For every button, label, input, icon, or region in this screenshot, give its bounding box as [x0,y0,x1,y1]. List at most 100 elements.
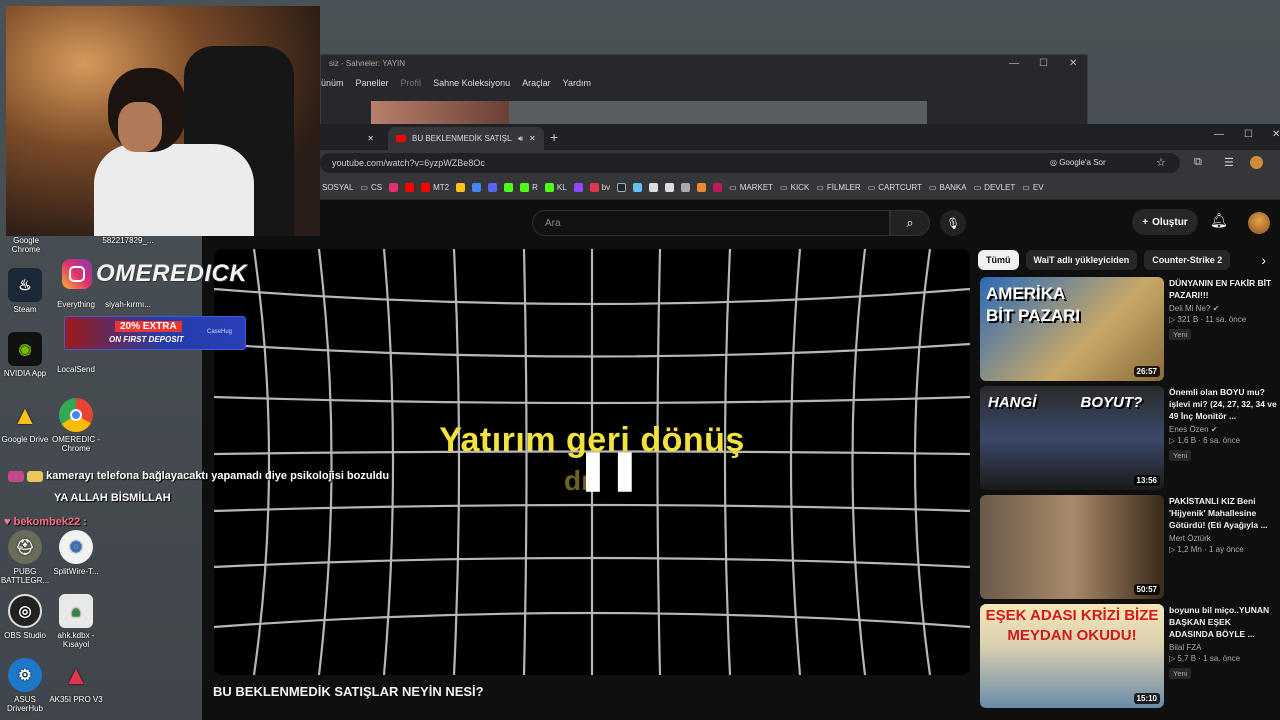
video-thumbnail[interactable]: HANGİ BOYUT? 13:56 [980,386,1164,490]
new-tab-icon[interactable]: + [550,129,558,145]
bookmark-docs[interactable] [472,183,482,192]
search-input[interactable]: Ara [532,210,890,236]
desktop-icon-chrome[interactable]: Google Chrome [0,236,54,254]
video-thumbnail[interactable]: AMERİKA BİT PAZARI 26:57 [980,277,1164,381]
bookmark-folder[interactable]: ▭ CS [360,183,382,192]
recommendation-title[interactable]: Önemli olan BOYU mu? işlevi mi? (24, 27,… [1169,386,1277,422]
bookmark-star-icon[interactable]: ☆ [1156,156,1166,169]
desktop-icon-asus[interactable]: ⚙ ASUS DriverHub [0,658,53,713]
bookmark-misc[interactable] [697,183,707,192]
bookmark-misc[interactable] [713,183,723,192]
speaker-icon[interactable]: 🔊︎ [518,134,523,144]
bookmark-instagram[interactable] [389,183,399,192]
tab-close-icon[interactable]: ✕ [367,134,374,143]
close-icon[interactable]: ✕ [1069,58,1077,69]
bookmark-mt2[interactable]: MT2 [421,183,449,192]
chrome-icon [59,398,93,432]
obs-menu-tools[interactable]: Araçlar [522,78,551,88]
bookmark-steam[interactable] [617,183,627,192]
avatar[interactable] [1248,212,1270,234]
bookmark-kick-folder[interactable]: ▭ KICK [780,183,809,192]
maximize-icon[interactable]: ☐ [1244,129,1253,140]
obs-menu-profile[interactable]: Profil [401,78,422,88]
bookmark-kick[interactable] [504,183,514,192]
ask-google-button[interactable]: ◎ Google'a Sor [1050,158,1106,167]
desktop-icon-google-drive[interactable]: ▲ Google Drive [0,398,53,445]
bookmark-youtube[interactable] [405,183,415,192]
video-duration: 26:57 [1133,366,1160,377]
bookmark-drive[interactable] [456,183,466,192]
chip-all[interactable]: Tümü [978,250,1019,270]
chip-cs2[interactable]: Counter-Strike 2 [1144,250,1231,270]
video-thumbnail[interactable]: 50:57 [980,495,1164,599]
recommendation-item[interactable]: AMERİKA BİT PAZARI 26:57 DÜNYANIN EN FAK… [980,277,1280,381]
url-field[interactable]: youtube.com/watch?v=6yzpWZBe8Oc ◎ Google… [320,153,1180,173]
desktop-icon-splitwire[interactable]: ⚙ SplitWire-T... [48,530,104,576]
tab-youtube[interactable]: BU BEKLENMEDİK SATIŞLAR 🔊︎ ✕ [388,127,544,150]
desktop-icon-file[interactable]: 582217829_... [100,236,156,245]
video-thumbnail[interactable]: EŞEK ADASI KRİZİ BİZE MEYDAN OKUDU! 15:1… [980,604,1164,708]
bookmark-folder[interactable]: SOSYAL [322,183,353,192]
bookmark-steam-2[interactable] [633,183,643,192]
bookmark-twitch[interactable] [573,183,583,192]
recommendation-title[interactable]: DÜNYANIN EN FAKİR BİT PAZARI!!! [1169,277,1277,301]
obs-menu-help[interactable]: Yardım [563,78,591,88]
pause-icon[interactable]: ❚❚ [577,447,641,492]
bookmark-bv[interactable]: bv [589,183,610,192]
bookmark-devlet[interactable]: ▭ DEVLET [974,183,1016,192]
recommendation-title[interactable]: boyunu bil miço..YUNAN BAŞKAN EŞEK ADASI… [1169,604,1277,640]
youtube-favicon-icon [396,135,406,142]
bookmark-kl[interactable]: KL [544,183,567,192]
notifications-icon[interactable]: 🔔︎ [1210,212,1228,229]
bookmark-banka[interactable]: ▭ BANKA [929,183,967,192]
desktop-icon-pubg[interactable]: ⛑ PUBG BATTLEGR... [0,530,53,585]
bookmark-cartcurt[interactable]: ▭ CARTCURT [868,183,922,192]
bookmark-misc[interactable] [665,183,675,192]
bookmark-misc[interactable] [681,183,691,192]
tab-close-icon[interactable]: ✕ [529,134,536,143]
channel-name[interactable]: Deli Mi Ne? ✔︎ [1169,304,1277,313]
desktop-icon-localsend[interactable]: LocalSend [48,365,104,374]
desktop-icon-ak[interactable]: ▲ AK35I PRO V3 [48,658,104,705]
maximize-icon[interactable]: ☐ [1039,58,1048,69]
desktop-icon-chrome-profile[interactable]: OMEREDIC - Chrome [48,398,104,453]
bookmark-misc[interactable] [649,183,659,192]
voice-search-button[interactable]: 🎙︎ [940,210,966,236]
search-button[interactable]: ⌕ [890,210,930,236]
channel-name[interactable]: Mert Öztürk [1169,534,1277,543]
bookmark-r[interactable]: R [520,183,538,192]
bookmark-ev[interactable]: ▭ EV [1022,183,1043,192]
recommendation-title[interactable]: PAKİSTANLI KIZ Beni 'Hijyenik' Mahallesi… [1169,495,1277,531]
channel-name[interactable]: Bilal FZA [1169,643,1277,652]
desktop-icon-steam[interactable]: ♨ Steam [0,268,53,314]
minimize-icon[interactable]: — [1214,129,1224,140]
bookmark-m[interactable] [488,183,498,192]
recommendation-item[interactable]: EŞEK ADASI KRİZİ BİZE MEYDAN OKUDU! 15:1… [980,604,1280,708]
channel-name[interactable]: Enes Özen ✔︎ [1169,425,1277,434]
recommendation-item[interactable]: 50:57 PAKİSTANLI KIZ Beni 'Hijyenik' Mah… [980,495,1280,599]
create-button[interactable]: + Oluştur [1132,209,1198,235]
recommendation-item[interactable]: HANGİ BOYUT? 13:56 Önemli olan BOYU mu? … [980,386,1280,490]
minimize-icon[interactable]: — [1009,58,1019,69]
folder-icon: ▭ [360,183,368,192]
bookmark-market[interactable]: ▭ MARKET [729,183,773,192]
video-duration: 15:10 [1133,693,1160,704]
media-icon[interactable]: ☰ [1224,156,1234,169]
profile-avatar[interactable] [1250,156,1263,169]
desktop-icon-keepass[interactable]: 🔒︎ ahk.kdbx - Kısayol [48,594,104,649]
bookmark-filmler[interactable]: ▭ FİLMLER [816,183,860,192]
desktop-icon-file-2[interactable]: siyah-kırmı... [100,300,156,309]
close-icon[interactable]: ✕ [1272,129,1280,140]
chevron-right-icon[interactable]: › [1261,252,1266,268]
desktop-icon-obs[interactable]: ◎ OBS Studio [0,594,53,640]
kick-icon [520,183,530,192]
extensions-icon[interactable]: ⧉ [1194,156,1202,169]
obs-menu-scene-collection[interactable]: Sahne Koleksiyonu [433,78,510,88]
video-player[interactable]: Yatırım geri dönüş dı ❚❚ [214,249,970,675]
desktop-icon-everything[interactable]: Everything [48,300,104,309]
chip-uploader[interactable]: WaiT adlı yükleyiciden [1025,250,1138,270]
obs-menu-view[interactable]: ünüm [321,78,344,88]
desktop-icon-nvidia[interactable]: ◉ NVIDIA App [0,332,53,378]
instagram-icon [389,183,399,192]
obs-menu-panels[interactable]: Paneller [356,78,389,88]
